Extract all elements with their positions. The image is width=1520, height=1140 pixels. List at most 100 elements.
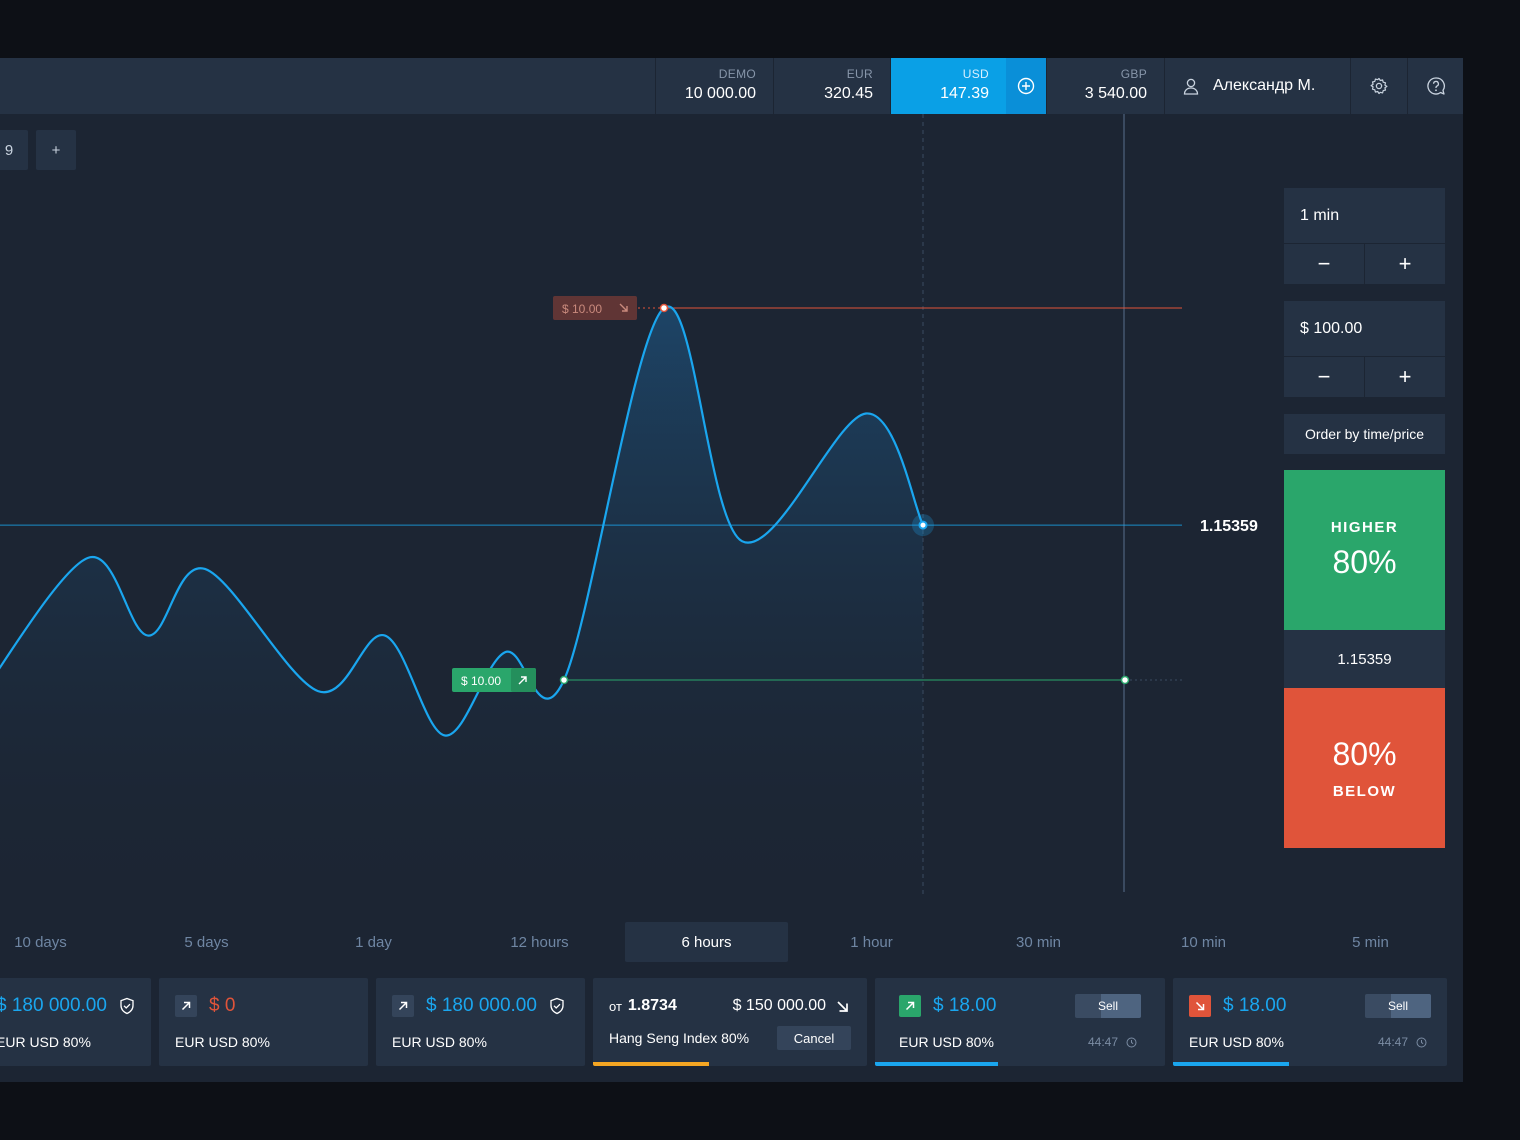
arrow-up-icon (392, 995, 414, 1017)
trade-card[interactable]: $ 18.00 Sell EUR USD 80% 44:47 (1173, 978, 1447, 1066)
period-10-days[interactable]: 10 days (0, 922, 122, 962)
trade-amount: $ 0 (209, 995, 236, 1016)
account-label: GBP (1120, 67, 1147, 81)
badge-amount: $ 10.00 (461, 674, 501, 688)
trade-asset: EUR USD 80% (175, 1034, 270, 1050)
current-price-label: 1.15359 (1200, 518, 1258, 535)
account-balance: 320.45 (824, 85, 873, 102)
arrow-down-icon (1189, 995, 1211, 1017)
duration-value[interactable]: 1 min (1284, 188, 1445, 244)
arrow-up-icon (899, 995, 921, 1017)
current-price-display: 1.15359 (1284, 630, 1445, 688)
high-marker-point (659, 303, 669, 313)
amount-minus-button[interactable]: − (1284, 357, 1365, 397)
user-name: Александр М. (1213, 77, 1316, 94)
add-funds-button[interactable] (1006, 58, 1046, 114)
user-icon (1183, 78, 1199, 95)
clock-icon (1126, 1037, 1137, 1047)
account-gbp[interactable]: GBP 3 540.00 (1046, 58, 1164, 114)
trade-card[interactable]: $ 18.00 Sell EUR USD 80% 44:47 (875, 978, 1165, 1066)
arrow-down-right-icon (837, 1000, 848, 1012)
low-trade-badge: $ 10.00 (452, 668, 536, 692)
account-eur[interactable]: EUR 320.45 (773, 58, 890, 114)
trade-asset: EUR USD 80% (0, 1034, 91, 1050)
account-usd[interactable]: USD 147.39 (890, 58, 1006, 114)
higher-payout: 80% (1332, 544, 1397, 580)
period-30-min[interactable]: 30 min (957, 922, 1120, 962)
help-button[interactable] (1407, 58, 1463, 114)
period-6-hours[interactable]: 6 hours (625, 922, 788, 962)
account-balance: 3 540.00 (1084, 85, 1147, 102)
high-trade-badge: $ 10.00 (553, 296, 637, 320)
trade-amount: $ 180 000.00 (0, 995, 107, 1016)
current-point (918, 520, 928, 530)
period-5-days[interactable]: 5 days (125, 922, 288, 962)
period-12-hours[interactable]: 12 hours (458, 922, 621, 962)
sell-button[interactable]: Sell (1365, 994, 1431, 1018)
help-icon (1426, 77, 1445, 95)
higher-label: HIGHER (1330, 519, 1399, 536)
period-1-day[interactable]: 1 day (292, 922, 455, 962)
order-by-time-price-button[interactable]: Order by time/price (1284, 414, 1445, 454)
amount-control: $ 100.00 − + (1284, 301, 1445, 397)
expiry-marker-point (1120, 675, 1130, 685)
trade-timer: 44:47 (1088, 1035, 1137, 1049)
account-balance: 147.39 (940, 85, 989, 102)
trade-asset: EUR USD 80% (899, 1034, 994, 1050)
duration-minus-button[interactable]: − (1284, 244, 1365, 284)
trade-asset: EUR USD 80% (1189, 1034, 1284, 1050)
sell-button[interactable]: Sell (1075, 994, 1141, 1018)
sell-label: Sell (1387, 999, 1408, 1013)
arrow-up-icon (175, 995, 197, 1017)
trade-card[interactable]: $ 0 EUR USD 80% (159, 978, 368, 1066)
pending-order-card[interactable]: от 1.8734 $ 150 000.00 Hang Seng Index 8… (593, 978, 867, 1066)
below-button[interactable]: 80% BELOW (1284, 688, 1445, 848)
shield-icon (550, 997, 564, 1015)
timer-value: 44:47 (1378, 1035, 1409, 1049)
cancel-order-button[interactable]: Cancel (777, 1026, 851, 1050)
order-rate: 1.8734 (627, 997, 677, 1014)
plus-circle-icon (1017, 77, 1035, 95)
order-progress (593, 1062, 709, 1066)
amount-plus-button[interactable]: + (1365, 357, 1445, 397)
period-5-min[interactable]: 5 min (1289, 922, 1452, 962)
sell-label: Sell (1097, 999, 1118, 1013)
account-label: USD (962, 67, 989, 81)
duration-plus-button[interactable]: + (1365, 244, 1445, 284)
below-payout: 80% (1332, 736, 1397, 772)
trade-card[interactable]: $ 180 000.00 EUR USD 80% (376, 978, 585, 1066)
period-10-min[interactable]: 10 min (1122, 922, 1285, 962)
trading-app: DEMO 10 000.00 EUR 320.45 USD 147.39 GBP… (0, 58, 1463, 1082)
trade-amount: $ 18.00 (933, 995, 997, 1016)
account-label: EUR (846, 67, 873, 81)
higher-button[interactable]: HIGHER 80% (1284, 470, 1445, 630)
below-label: BELOW (1332, 783, 1397, 800)
badge-amount: $ 10.00 (562, 302, 602, 316)
timer-value: 44:47 (1088, 1035, 1119, 1049)
clock-icon (1416, 1037, 1427, 1047)
top-bar: DEMO 10 000.00 EUR 320.45 USD 147.39 GBP… (0, 58, 1463, 114)
shield-icon (120, 997, 134, 1015)
trade-progress (1173, 1062, 1289, 1066)
trade-asset: EUR USD 80% (392, 1034, 487, 1050)
trade-card[interactable]: $ 180 000.00 EUR USD 80% (0, 978, 151, 1066)
trade-timer: 44:47 (1378, 1035, 1427, 1049)
price-chart[interactable]: $ 10.00$ 10.001.1535921:20:5621:22:56 (0, 114, 1270, 914)
trade-progress (875, 1062, 998, 1066)
settings-button[interactable] (1350, 58, 1407, 114)
chart-area-fill (0, 306, 923, 914)
duration-control: 1 min − + (1284, 188, 1445, 284)
account-label: DEMO (718, 67, 756, 81)
trade-amount: $ 18.00 (1223, 995, 1287, 1016)
user-menu[interactable]: Александр М. (1164, 58, 1350, 114)
account-demo[interactable]: DEMO 10 000.00 (655, 58, 773, 114)
gear-icon (1370, 77, 1388, 95)
low-marker-point (559, 675, 569, 685)
order-prefix: от (609, 998, 622, 1014)
amount-value[interactable]: $ 100.00 (1284, 301, 1445, 357)
account-balance: 10 000.00 (684, 85, 756, 102)
trade-amount: $ 150 000.00 (732, 997, 826, 1014)
trade-asset: Hang Seng Index 80% (609, 1030, 750, 1046)
trade-amount: $ 180 000.00 (426, 995, 537, 1016)
period-1-hour[interactable]: 1 hour (790, 922, 953, 962)
